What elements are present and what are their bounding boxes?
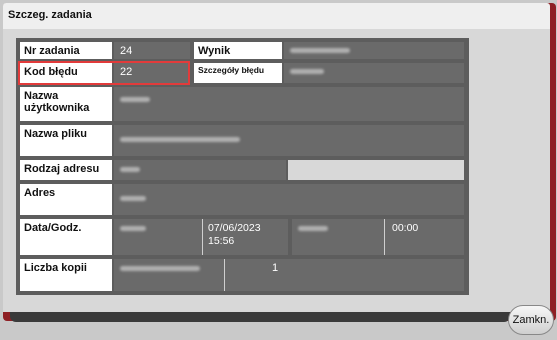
user-name-label: Nazwa użytkownika xyxy=(20,87,112,121)
result-label: Wynik xyxy=(194,42,282,59)
dialog-title: Szczeg. zadania xyxy=(8,9,92,21)
redacted-text xyxy=(120,196,146,201)
title-bar: Szczeg. zadania xyxy=(3,3,550,29)
address-value xyxy=(114,184,464,215)
redacted-text xyxy=(120,97,150,102)
date-time-label: Data/Godz. xyxy=(20,219,112,255)
address-type-label: Rodzaj adresu xyxy=(20,160,112,180)
job-number-value: 24 xyxy=(114,42,190,59)
error-details-label: Szczegóły błędu xyxy=(194,63,282,83)
result-value xyxy=(284,42,464,59)
address-label: Adres xyxy=(20,184,112,215)
redacted-text xyxy=(290,48,350,53)
redacted-text xyxy=(120,226,146,231)
empty-cell xyxy=(288,160,464,180)
detail-grid: Nr zadania 24 Wynik Kod błędu 22 Szczegó… xyxy=(16,38,469,295)
end-time: 00:00 xyxy=(392,222,419,234)
job-number-label: Nr zadania xyxy=(20,42,112,59)
copies-label: Liczba kopii xyxy=(20,259,112,291)
cell-divider xyxy=(224,259,225,291)
end-time-value: 00:00 xyxy=(292,219,464,255)
redacted-text xyxy=(120,167,140,172)
copies-count: 1 xyxy=(272,262,279,274)
error-code-highlight xyxy=(18,61,190,85)
cell-divider xyxy=(202,219,203,255)
copies-value: 1 xyxy=(114,259,464,291)
detail-panel: Nr zadania 24 Wynik Kod błędu 22 Szczegó… xyxy=(3,29,550,312)
address-type-value xyxy=(114,160,286,180)
file-name-value xyxy=(114,125,464,156)
redacted-text xyxy=(298,226,328,231)
bottom-bar xyxy=(10,312,510,322)
cell-divider xyxy=(384,219,385,255)
start-datetime: 07/06/2023 15:56 xyxy=(208,222,261,248)
file-name-label: Nazwa pliku xyxy=(20,125,112,156)
start-date: 07/06/2023 xyxy=(208,222,261,234)
redacted-text xyxy=(120,137,240,142)
user-name-value xyxy=(114,87,464,121)
redacted-text xyxy=(120,266,200,271)
date-time-value: 07/06/2023 15:56 xyxy=(114,219,288,255)
error-details-value xyxy=(284,63,464,83)
close-button[interactable]: Zamkn. xyxy=(508,305,554,335)
redacted-text xyxy=(290,69,324,74)
screen: Szczeg. zadania Nr zadania 24 Wynik Kod … xyxy=(0,0,557,340)
start-time: 15:56 xyxy=(208,235,235,247)
